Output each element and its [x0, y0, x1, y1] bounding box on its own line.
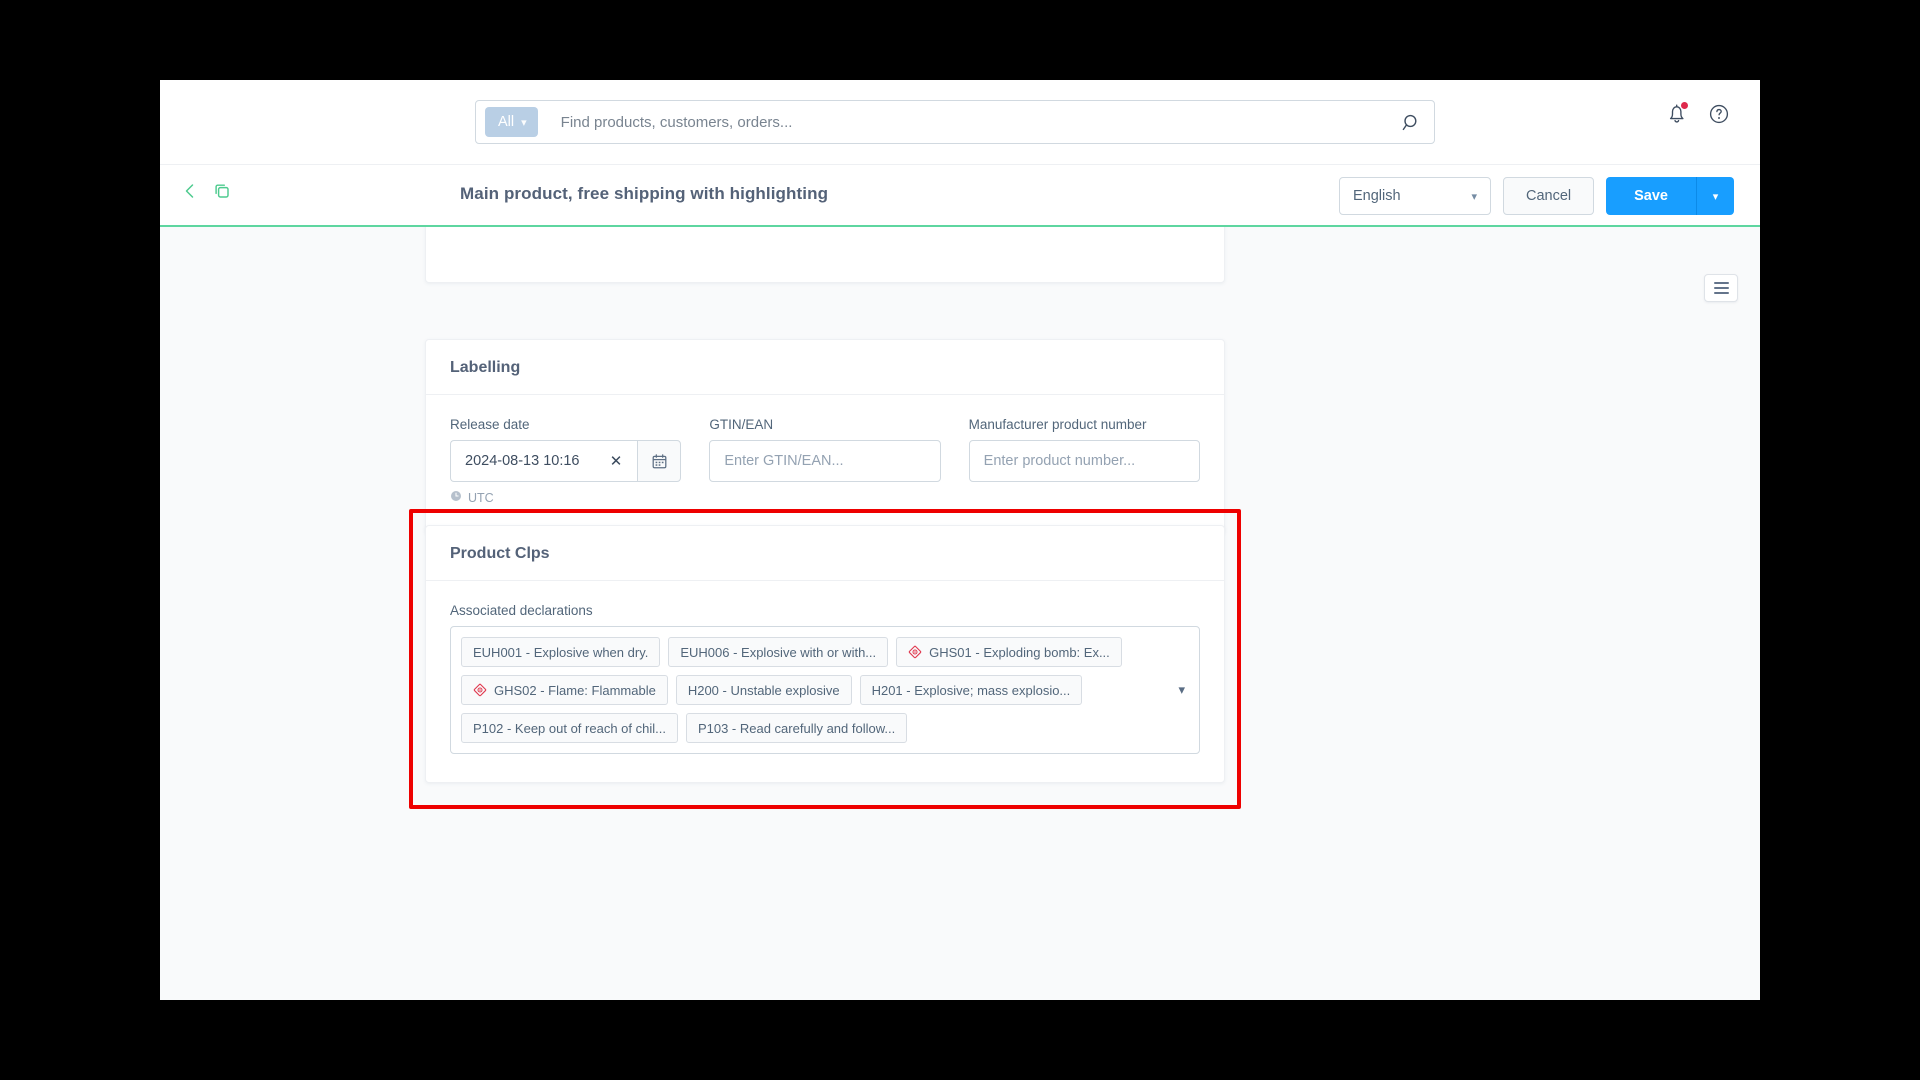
top-bar: All ▾ — [160, 80, 1760, 165]
ghs-hazard-icon — [908, 645, 922, 659]
associated-declarations-label: Associated declarations — [450, 603, 593, 618]
close-icon[interactable]: ✕ — [607, 452, 626, 470]
declaration-chip-label: H201 - Explosive; mass explosio... — [871, 682, 1071, 698]
ghs-hazard-icon — [473, 683, 487, 697]
search-scope-label: All — [498, 114, 515, 130]
notification-badge-dot — [1680, 101, 1689, 110]
gtin-input[interactable]: Enter GTIN/EAN... — [709, 440, 941, 482]
bell-icon[interactable] — [1666, 101, 1689, 130]
chevron-down-icon: ▾ — [1471, 190, 1477, 203]
declaration-chip[interactable]: EUH001 - Explosive when dry. — [461, 637, 661, 667]
global-search-bar[interactable]: All ▾ — [475, 100, 1435, 144]
declaration-chip[interactable]: GHS01 - Exploding bomb: Ex... — [896, 637, 1122, 667]
language-select[interactable]: English ▾ — [1338, 177, 1491, 215]
declaration-chip-label: GHS01 - Exploding bomb: Ex... — [929, 644, 1110, 660]
declaration-chip-label: P102 - Keep out of reach of chil... — [473, 720, 666, 736]
page-title: Main product, free shipping with highlig… — [460, 184, 829, 203]
topbar-actions — [1666, 101, 1730, 130]
help-circle-icon[interactable] — [1708, 103, 1730, 130]
search-input[interactable] — [560, 113, 1388, 131]
product-clps-card: Product Clps Associated declarations EUH… — [425, 525, 1225, 783]
save-button-group: Save ▾ — [1606, 177, 1734, 215]
header-actions: English ▾ Cancel Save ▾ — [1338, 177, 1734, 215]
gtin-field: GTIN/EAN Enter GTIN/EAN... — [709, 417, 941, 505]
scrolled-card-above — [425, 227, 1225, 283]
gtin-label: GTIN/EAN — [709, 417, 774, 432]
timezone-label: UTC — [468, 490, 494, 505]
declaration-chip-label: H200 - Unstable explosive — [687, 682, 840, 698]
calendar-icon[interactable] — [637, 440, 682, 482]
release-date-field: Release date 2024-08-13 10:16 ✕ UTC — [450, 417, 682, 505]
declaration-chip[interactable]: H200 - Unstable explosive — [675, 675, 852, 705]
declaration-chip-label: GHS02 - Flame: Flammable — [494, 682, 656, 698]
search-scope-selector[interactable]: All ▾ — [485, 107, 538, 137]
declaration-chip[interactable]: P103 - Read carefully and follow... — [685, 713, 908, 743]
declaration-chip[interactable]: H201 - Explosive; mass explosio... — [859, 675, 1083, 705]
labelling-card-title: Labelling — [426, 340, 1224, 395]
admin-application-frame: All ▾ Find products, customers, orders..… — [160, 80, 1760, 1000]
declaration-chip[interactable]: GHS02 - Flame: Flammable — [461, 675, 668, 705]
page-content: Labelling Release date 2024-08-13 10:16 … — [160, 227, 1760, 1000]
declaration-chip[interactable]: P102 - Keep out of reach of chil... — [461, 713, 678, 743]
search-icon[interactable] — [1388, 101, 1434, 143]
product-clps-card-title: Product Clps — [426, 526, 1224, 581]
declaration-chip-label: P103 - Read carefully and follow... — [697, 720, 896, 736]
gtin-placeholder: Enter GTIN/EAN... — [724, 453, 844, 469]
save-options-button[interactable]: ▾ — [1696, 177, 1734, 215]
manufacturer-number-label: Manufacturer product number — [968, 417, 1147, 432]
duplicate-icon[interactable] — [213, 182, 232, 206]
release-date-input[interactable]: 2024-08-13 10:16 ✕ — [450, 440, 638, 482]
language-select-value: English — [1352, 188, 1401, 204]
timezone-hint: UTC — [450, 490, 681, 505]
manufacturer-number-input[interactable]: Enter product number... — [968, 440, 1200, 482]
manufacturer-number-field: Manufacturer product number Enter produc… — [968, 417, 1200, 505]
header-navigation — [182, 181, 232, 206]
chevron-down-icon[interactable]: ▾ — [1178, 682, 1185, 698]
release-date-label: Release date — [450, 417, 530, 432]
save-button[interactable]: Save — [1606, 177, 1696, 215]
cancel-button[interactable]: Cancel — [1502, 177, 1595, 215]
page-header: Main product, free shipping with highlig… — [160, 165, 1760, 227]
declaration-chip-label: EUH006 - Explosive with or with... — [680, 644, 877, 660]
manufacturer-number-placeholder: Enter product number... — [983, 453, 1136, 469]
associated-declarations-multiselect[interactable]: EUH001 - Explosive when dry. EUH006 - Exp… — [450, 626, 1200, 754]
release-date-value: 2024-08-13 10:16 — [465, 453, 580, 469]
chevron-down-icon: ▾ — [1712, 190, 1719, 203]
declaration-chip[interactable]: EUH006 - Explosive with or with... — [668, 637, 889, 667]
chevron-down-icon: ▾ — [521, 116, 527, 129]
clock-icon — [450, 490, 462, 505]
chevron-left-icon[interactable] — [182, 181, 197, 206]
declaration-chip-label: EUH001 - Explosive when dry. — [473, 644, 649, 660]
hamburger-icon[interactable] — [1704, 274, 1738, 302]
labelling-card: Labelling Release date 2024-08-13 10:16 … — [425, 339, 1225, 534]
